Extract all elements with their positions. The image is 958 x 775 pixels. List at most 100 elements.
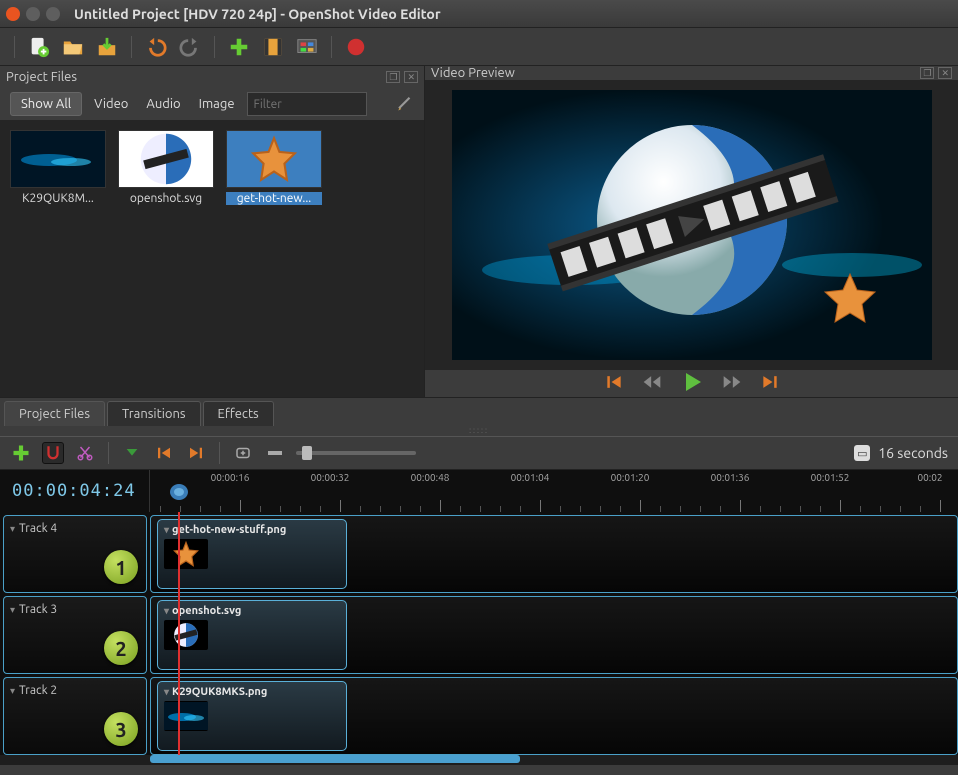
zoom-out-button[interactable] — [264, 442, 286, 464]
file-item[interactable]: openshot.svg — [118, 130, 214, 387]
main-toolbar — [0, 28, 958, 66]
chevron-down-icon[interactable]: ▾ — [10, 685, 15, 697]
ruler-label: 00:00:16 — [211, 472, 250, 483]
show-all-button[interactable]: Show All — [10, 92, 82, 116]
panel-grip[interactable]: ::::: — [0, 426, 958, 436]
file-item[interactable]: K29QUK8M... — [10, 130, 106, 387]
track-name: Track 4 — [19, 522, 57, 535]
add-track-button[interactable] — [10, 442, 32, 464]
fast-forward-button[interactable] — [722, 372, 742, 395]
track-badge: 2 — [104, 631, 138, 665]
timeline-horizontal-scrollbar[interactable] — [150, 755, 958, 765]
ruler-label: 00:00:32 — [311, 472, 350, 483]
timeline-clip[interactable]: ▾get-hot-new-stuff.png — [157, 519, 347, 589]
clip-thumbnail — [164, 539, 208, 569]
play-button[interactable] — [680, 370, 704, 397]
file-label: openshot.svg — [118, 192, 214, 205]
file-label: K29QUK8M... — [10, 192, 106, 205]
filter-audio-button[interactable]: Audio — [140, 95, 186, 113]
tab-effects[interactable]: Effects — [203, 401, 274, 426]
clear-filter-icon[interactable] — [396, 94, 414, 115]
zoom-value: 16 seconds — [878, 445, 948, 461]
redo-button[interactable] — [178, 35, 202, 59]
open-project-button[interactable] — [61, 35, 85, 59]
playhead-icon[interactable] — [170, 484, 188, 502]
timeline-clip[interactable]: ▾K29QUK8MKS.png — [157, 681, 347, 751]
close-panel-icon[interactable]: ✕ — [404, 71, 418, 83]
undock-icon[interactable]: ❐ — [920, 67, 934, 79]
filter-image-button[interactable]: Image — [193, 95, 241, 113]
track-lane[interactable]: ▾get-hot-new-stuff.png — [150, 515, 958, 593]
timeline-ruler[interactable]: 00:00:16 00:00:32 00:00:48 00:01:04 00:01:20… — [150, 470, 958, 512]
filter-video-button[interactable]: Video — [88, 95, 134, 113]
video-preview-header: Video Preview — [431, 66, 515, 80]
import-files-button[interactable] — [227, 35, 251, 59]
chevron-down-icon[interactable]: ▾ — [164, 605, 169, 617]
next-marker-button[interactable] — [185, 442, 207, 464]
add-marker-button[interactable] — [121, 442, 143, 464]
timeline: 00:00:04:24 00:00:1600:00:3200:00:4800:0… — [0, 470, 958, 765]
window-close-button[interactable] — [6, 7, 20, 21]
track-name: Track 3 — [19, 603, 57, 616]
track-header[interactable]: ▾ Track 4 1 — [3, 515, 147, 593]
preview-viewport[interactable] — [425, 80, 958, 370]
chevron-down-icon[interactable]: ▾ — [164, 686, 169, 698]
clip-thumbnail — [164, 620, 208, 650]
jump-start-button[interactable] — [604, 372, 624, 395]
track-badge: 3 — [104, 712, 138, 746]
current-timecode: 00:00:04:24 — [0, 470, 150, 512]
prev-marker-button[interactable] — [153, 442, 175, 464]
profile-button[interactable] — [261, 35, 285, 59]
filter-input[interactable] — [247, 92, 367, 116]
timeline-clip[interactable]: ▾openshot.svg — [157, 600, 347, 670]
undock-icon[interactable]: ❐ — [386, 71, 400, 83]
razor-button[interactable] — [74, 442, 96, 464]
project-files-panel: Project Files ❐ ✕ Show All Video Audio Im… — [0, 66, 425, 397]
jump-end-button[interactable] — [760, 372, 780, 395]
save-project-button[interactable] — [95, 35, 119, 59]
ruler-label: 00:02 — [917, 472, 942, 483]
ruler-label: 00:00:48 — [411, 472, 450, 483]
chevron-down-icon[interactable]: ▾ — [10, 604, 15, 616]
center-playhead-button[interactable] — [232, 442, 254, 464]
file-grid[interactable]: K29QUK8M... openshot.svg get-hot-new... — [0, 120, 424, 397]
clip-name: openshot.svg — [172, 605, 241, 617]
window-minimize-button[interactable] — [26, 7, 40, 21]
undo-button[interactable] — [144, 35, 168, 59]
timeline-toolbar: ▭ 16 seconds — [0, 436, 958, 470]
project-files-header: Project Files — [6, 70, 77, 84]
ruler-label: 00:01:04 — [511, 472, 550, 483]
snap-button[interactable] — [42, 442, 64, 464]
new-project-button[interactable] — [27, 35, 51, 59]
close-panel-icon[interactable]: ✕ — [938, 67, 952, 79]
track-name: Track 2 — [19, 684, 57, 697]
clip-name: K29QUK8MKS.png — [172, 686, 267, 698]
export-video-button[interactable] — [344, 35, 368, 59]
fullscreen-button[interactable] — [295, 35, 319, 59]
playhead[interactable] — [178, 512, 180, 755]
zoom-slider[interactable] — [296, 451, 416, 455]
ruler-label: 00:01:52 — [811, 472, 850, 483]
track-badge: 1 — [104, 550, 138, 584]
file-item[interactable]: get-hot-new... — [226, 130, 322, 387]
clip-name: get-hot-new-stuff.png — [172, 524, 286, 536]
file-filter-row: Show All Video Audio Image — [0, 88, 424, 120]
track-lane[interactable]: ▾openshot.svg — [150, 596, 958, 674]
rewind-button[interactable] — [642, 372, 662, 395]
window-title: Untitled Project [HDV 720 24p] - OpenSho… — [74, 6, 441, 22]
track-header[interactable]: ▾ Track 3 2 — [3, 596, 147, 674]
window-maximize-button[interactable] — [46, 7, 60, 21]
chevron-down-icon[interactable]: ▾ — [164, 524, 169, 536]
zoom-reset-icon[interactable]: ▭ — [854, 445, 870, 461]
track-header[interactable]: ▾ Track 2 3 — [3, 677, 147, 755]
ruler-label: 00:01:36 — [711, 472, 750, 483]
video-preview-panel: Video Preview ❐ ✕ — [425, 66, 958, 397]
tab-transitions[interactable]: Transitions — [107, 401, 201, 426]
panel-tabs: Project Files Transitions Effects — [0, 398, 958, 426]
file-label: get-hot-new... — [226, 192, 322, 205]
chevron-down-icon[interactable]: ▾ — [10, 523, 15, 535]
tab-project-files[interactable]: Project Files — [4, 401, 105, 426]
clip-thumbnail — [164, 701, 208, 731]
track-lane[interactable]: ▾K29QUK8MKS.png — [150, 677, 958, 755]
ruler-label: 00:01:20 — [611, 472, 650, 483]
